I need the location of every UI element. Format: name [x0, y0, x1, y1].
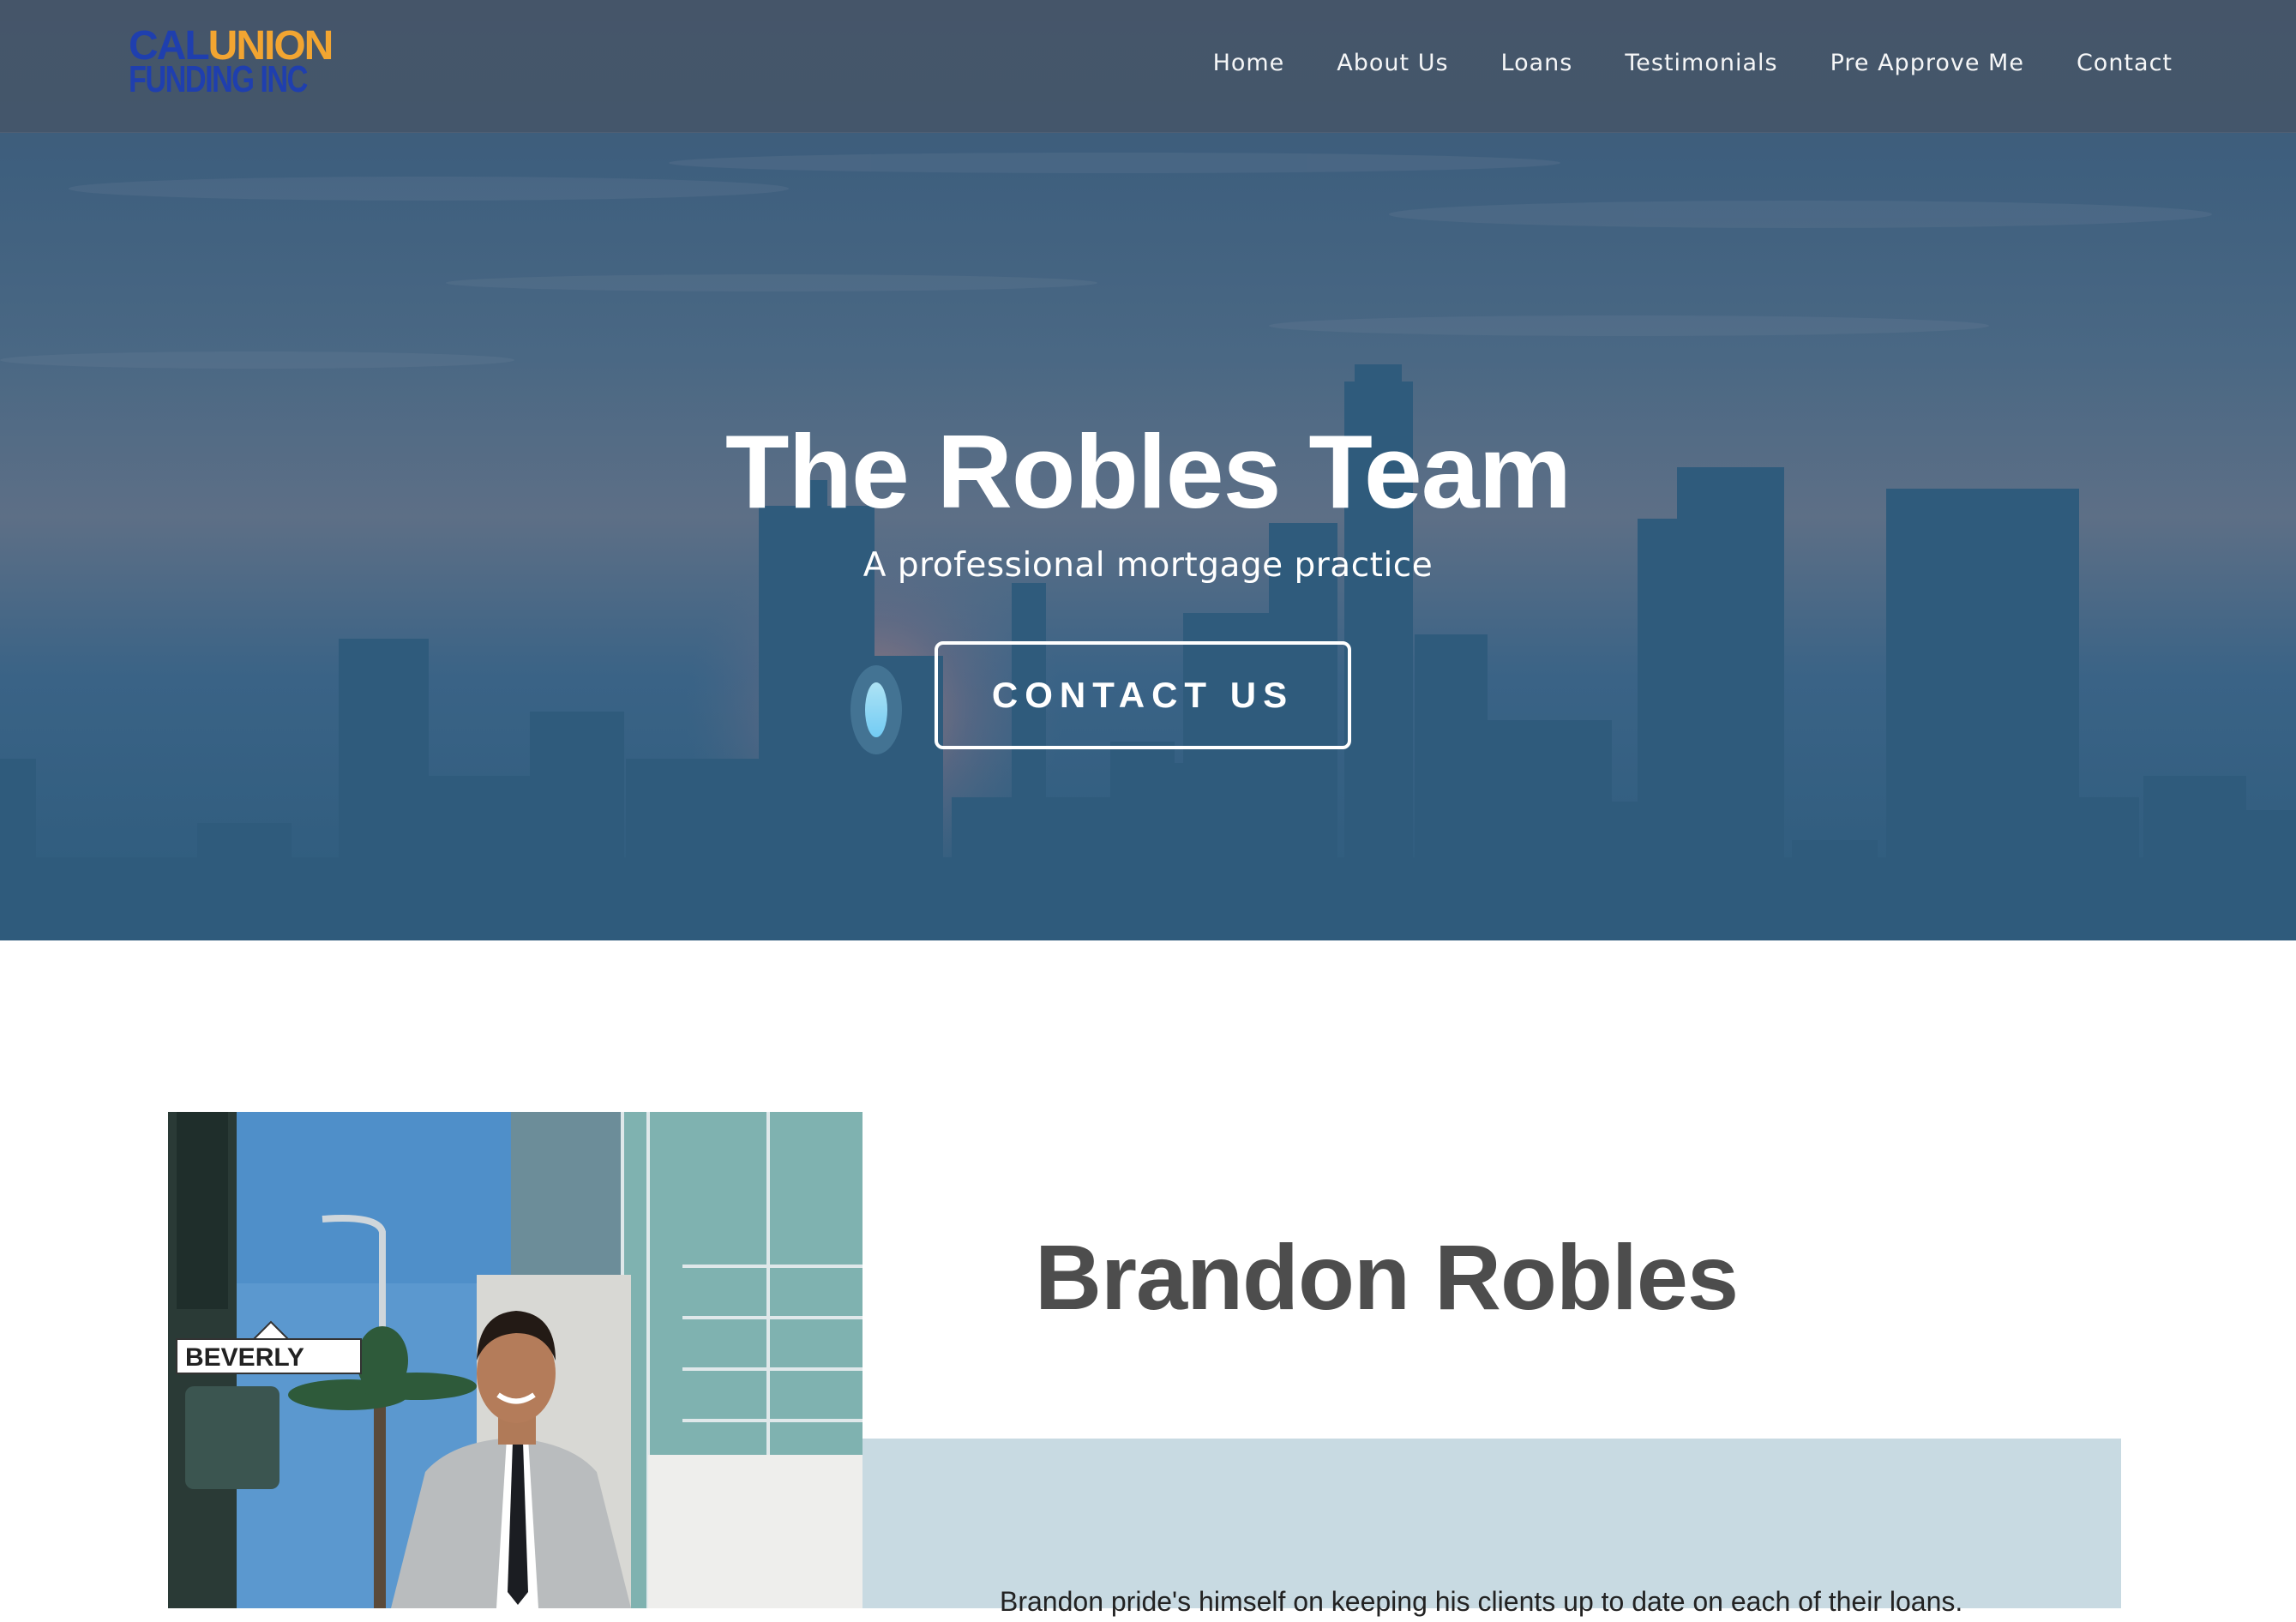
profile-name: Brandon Robles	[1035, 1225, 1739, 1329]
nav-item-about-us[interactable]: About Us	[1337, 45, 1448, 82]
profile-photo-image: BEVERLY	[168, 1112, 863, 1608]
contact-us-button[interactable]: CONTACT US	[935, 641, 1351, 749]
hero-content: The Robles Team A professional mortgage …	[0, 403, 2296, 592]
profile-photo: BEVERLY	[168, 1112, 863, 1608]
hero-title: The Robles Team	[724, 413, 1572, 530]
nav-item-loans[interactable]: Loans	[1501, 45, 1573, 82]
top-navigation-bar: CALUNION FUNDING INC Home About Us Loans…	[0, 0, 2296, 133]
logo-line-2: FUNDING INC	[129, 58, 308, 100]
nav-item-contact[interactable]: Contact	[2077, 45, 2173, 82]
company-logo[interactable]: CALUNION FUNDING INC	[129, 26, 343, 103]
hero-subtitle: A professional mortgage practice	[863, 546, 1433, 585]
bio-text: Brandon pride's himself on keeping his c…	[1000, 1586, 1963, 1617]
nav-item-home[interactable]: Home	[1213, 45, 1285, 82]
street-sign-text: BEVERLY	[185, 1343, 304, 1372]
hero-section: CALUNION FUNDING INC Home About Us Loans…	[0, 0, 2296, 940]
main-nav: Home About Us Loans Testimonials Pre App…	[1213, 45, 2173, 82]
nav-item-testimonials[interactable]: Testimonials	[1625, 45, 1777, 82]
nav-item-pre-approve-me[interactable]: Pre Approve Me	[1830, 45, 2024, 82]
